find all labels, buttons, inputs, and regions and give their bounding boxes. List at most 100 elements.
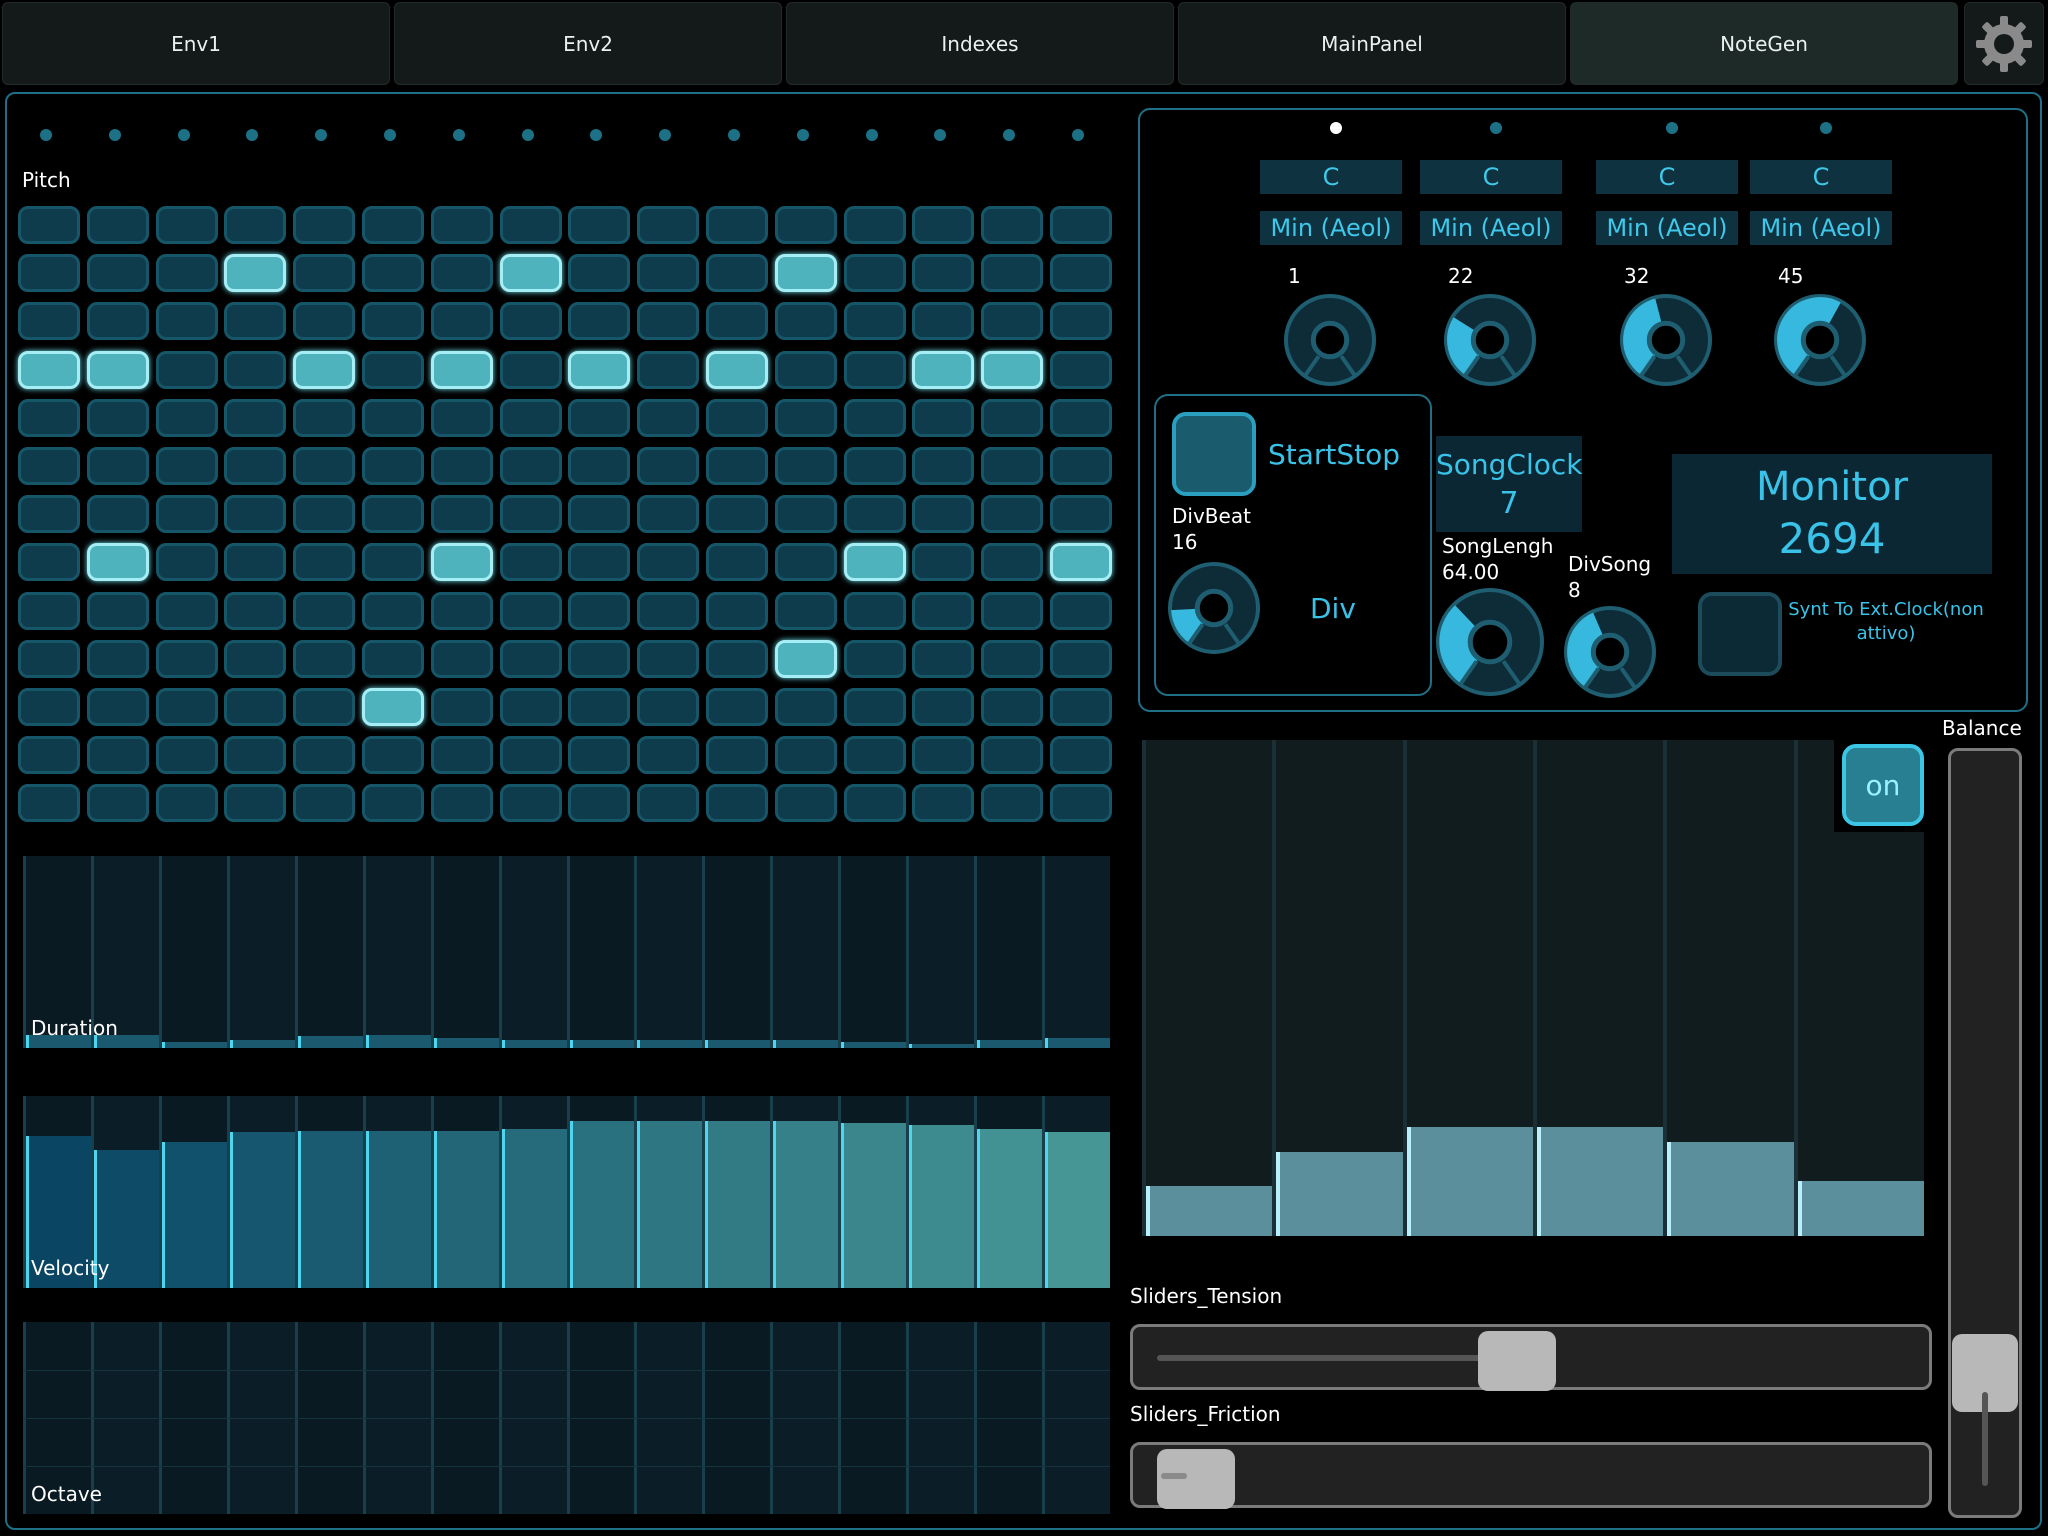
tab-mainpanel[interactable]: MainPanel — [1178, 2, 1566, 85]
pitch-cell[interactable] — [912, 688, 975, 726]
pitch-cell[interactable] — [706, 591, 768, 630]
pitch-cell[interactable] — [224, 350, 287, 389]
divsong-knob[interactable] — [1562, 604, 1658, 704]
pitch-cell[interactable] — [430, 495, 493, 534]
pitch-cell[interactable] — [843, 495, 906, 534]
dur-column[interactable] — [838, 856, 907, 1048]
pitch-cell[interactable] — [499, 543, 562, 582]
vel-column[interactable] — [702, 1096, 771, 1288]
pitch-cell[interactable] — [293, 398, 356, 437]
pitch-cell[interactable] — [568, 350, 631, 389]
pitch-cell[interactable] — [293, 639, 356, 678]
pitch-cell[interactable] — [430, 591, 493, 630]
pitch-cell[interactable] — [912, 591, 975, 630]
vel-column[interactable] — [1042, 1096, 1110, 1288]
pitch-cell[interactable] — [1050, 254, 1112, 293]
pitch-cell[interactable] — [637, 688, 700, 726]
pitch-cell[interactable] — [1050, 398, 1112, 437]
pitch-cell[interactable] — [706, 206, 768, 244]
pitch-cell[interactable] — [86, 350, 149, 389]
friction-slider[interactable] — [1130, 1442, 1932, 1509]
pitch-cell[interactable] — [362, 736, 424, 775]
vel-column[interactable] — [498, 1096, 567, 1288]
pitch-cell[interactable] — [362, 495, 424, 534]
vel-column[interactable] — [634, 1096, 703, 1288]
pitch-cell[interactable] — [1050, 447, 1112, 485]
songlength-knob[interactable] — [1434, 586, 1546, 702]
pitch-cell[interactable] — [843, 591, 906, 630]
pitch-cell[interactable] — [912, 398, 975, 437]
pitch-cell[interactable] — [774, 447, 837, 485]
pitch-cell[interactable] — [1050, 784, 1112, 823]
pitch-cell[interactable] — [774, 543, 837, 582]
dur-column[interactable] — [226, 856, 295, 1048]
pitch-cell[interactable] — [224, 688, 287, 726]
envelope-multislider[interactable] — [1142, 740, 1924, 1236]
pitch-cell[interactable] — [18, 447, 80, 485]
pitch-cell[interactable] — [155, 350, 218, 389]
pitch-cell[interactable] — [430, 254, 493, 293]
pitch-cell[interactable] — [843, 398, 906, 437]
voice-knob[interactable] — [1282, 292, 1378, 392]
pitch-cell[interactable] — [499, 688, 562, 726]
pitch-cell[interactable] — [499, 784, 562, 823]
pitch-cell[interactable] — [362, 688, 424, 726]
vel-column[interactable] — [770, 1096, 839, 1288]
voice-scale-select[interactable]: Min (Aeol) — [1596, 211, 1738, 245]
pitch-cell[interactable] — [568, 543, 631, 582]
pitch-cell[interactable] — [18, 591, 80, 630]
pitch-cell[interactable] — [430, 736, 493, 775]
pitch-cell[interactable] — [155, 688, 218, 726]
pitch-cell[interactable] — [155, 206, 218, 244]
pitch-cell[interactable] — [362, 302, 424, 341]
pitch-cell[interactable] — [981, 543, 1044, 582]
pitch-cell[interactable] — [1050, 495, 1112, 534]
voice-knob[interactable] — [1618, 292, 1714, 392]
voice-scale-select[interactable]: Min (Aeol) — [1260, 211, 1402, 245]
pitch-cell[interactable] — [568, 447, 631, 485]
pitch-cell[interactable] — [981, 784, 1044, 823]
pitch-cell[interactable] — [774, 302, 837, 341]
pitch-cell[interactable] — [430, 447, 493, 485]
pitch-cell[interactable] — [843, 206, 906, 244]
pitch-cell[interactable] — [568, 254, 631, 293]
pitch-cell[interactable] — [224, 302, 287, 341]
pitch-cell[interactable] — [499, 350, 562, 389]
knob-dial[interactable] — [1282, 292, 1378, 388]
voice-knob[interactable] — [1442, 292, 1538, 392]
pitch-cell[interactable] — [224, 398, 287, 437]
tab-indexes[interactable]: Indexes — [786, 2, 1174, 85]
pitch-cell[interactable] — [637, 254, 700, 293]
pitch-cell[interactable] — [430, 639, 493, 678]
knob-dial[interactable] — [1562, 604, 1658, 700]
velocity-multislider[interactable] — [23, 1096, 1110, 1288]
pitch-cell[interactable] — [86, 639, 149, 678]
pitch-cell[interactable] — [18, 206, 80, 244]
pitch-cell[interactable] — [293, 350, 356, 389]
pitch-cell[interactable] — [293, 543, 356, 582]
pitch-cell[interactable] — [706, 398, 768, 437]
pitch-cell[interactable] — [912, 495, 975, 534]
pitch-cell[interactable] — [86, 302, 149, 341]
pitch-cell[interactable] — [430, 302, 493, 341]
pitch-cell[interactable] — [568, 398, 631, 437]
pitch-cell[interactable] — [430, 688, 493, 726]
pitch-cell[interactable] — [637, 398, 700, 437]
dur-column[interactable] — [634, 856, 703, 1048]
pitch-cell[interactable] — [293, 688, 356, 726]
pitch-cell[interactable] — [224, 254, 287, 293]
pitch-cell[interactable] — [981, 736, 1044, 775]
pitch-cell[interactable] — [224, 447, 287, 485]
pitch-cell[interactable] — [637, 302, 700, 341]
dur-column[interactable] — [702, 856, 771, 1048]
pitch-cell[interactable] — [293, 447, 356, 485]
envelope-column[interactable] — [1402, 740, 1533, 1236]
pitch-cell[interactable] — [86, 398, 149, 437]
vel-column[interactable] — [362, 1096, 431, 1288]
pitch-cell[interactable] — [499, 639, 562, 678]
pitch-cell[interactable] — [912, 254, 975, 293]
knob-dial[interactable] — [1434, 586, 1546, 698]
pitch-cell[interactable] — [843, 543, 906, 582]
vel-column[interactable] — [294, 1096, 363, 1288]
pitch-cell[interactable] — [568, 784, 631, 823]
